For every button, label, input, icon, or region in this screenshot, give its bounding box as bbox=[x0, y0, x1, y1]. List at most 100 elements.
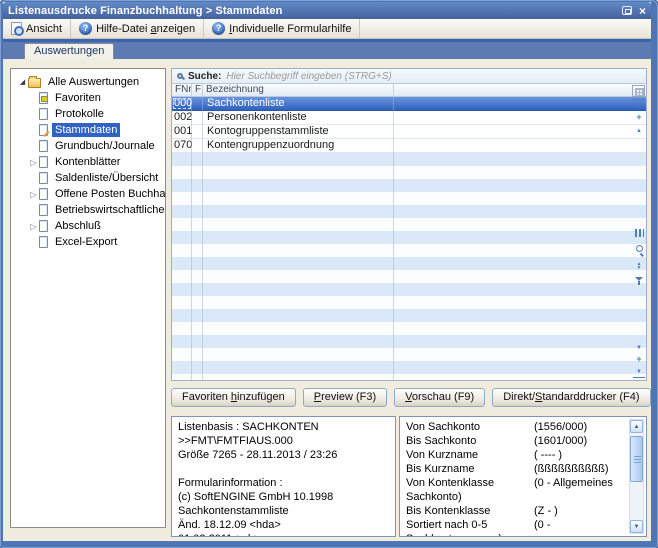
toolbar-button[interactable]: Hilfe-Datei anzeigen bbox=[71, 19, 204, 38]
cell-empty bbox=[394, 111, 646, 124]
action-button[interactable]: Direkt/Standarddrucker (F4) bbox=[492, 388, 650, 407]
tree-item[interactable]: Excel-Export bbox=[11, 234, 165, 250]
tree-node-icon bbox=[39, 188, 48, 200]
toolbar-button-icon bbox=[212, 22, 225, 35]
info-row: Sachkonto) bbox=[406, 490, 626, 504]
sort-icon[interactable]: ▲▼ bbox=[633, 262, 645, 273]
cell-fnr: 070 bbox=[172, 139, 192, 152]
info-row: Sachkontonummer) bbox=[406, 532, 626, 537]
tree-item[interactable]: Alle Auswertungen bbox=[11, 74, 165, 90]
cell-bezeichnung: Kontogruppenstammliste bbox=[203, 125, 394, 138]
step-down-icon[interactable]: ▼ bbox=[633, 343, 645, 354]
tree-node-icon bbox=[39, 236, 48, 248]
tree-item[interactable]: Stammdaten bbox=[11, 122, 165, 138]
info-line bbox=[178, 462, 389, 476]
tab-auswertungen[interactable]: Auswertungen bbox=[24, 43, 114, 59]
filter-icon[interactable] bbox=[633, 276, 645, 287]
table-row[interactable]: 002 Personenkontenliste bbox=[172, 111, 646, 125]
cell-fnr: 000 bbox=[172, 97, 192, 110]
info-row: Von Sachkonto (1556/000) bbox=[406, 420, 626, 434]
scroll-bottom-icon[interactable]: ▼ bbox=[633, 367, 645, 378]
scroll-up-icon[interactable]: ▲ bbox=[630, 420, 643, 433]
info-value: (0 - Allgemeines bbox=[534, 476, 626, 490]
table-row[interactable]: 070 Kontengruppenzuordnung bbox=[172, 139, 646, 153]
tree-node-icon bbox=[39, 156, 48, 168]
table-row[interactable]: 001 Kontogruppenstammliste bbox=[172, 125, 646, 139]
info-label: Von Kurzname bbox=[406, 448, 534, 462]
toolbar-button-icon bbox=[79, 22, 92, 35]
tree-item[interactable]: Protokolle bbox=[11, 106, 165, 122]
tree-item[interactable]: Abschluß bbox=[11, 218, 165, 234]
expander-icon[interactable] bbox=[28, 158, 39, 167]
columns-icon[interactable] bbox=[633, 229, 645, 237]
expander-icon[interactable] bbox=[28, 222, 39, 231]
column-header-f[interactable]: F bbox=[192, 84, 203, 96]
move-icon[interactable]: + bbox=[633, 355, 645, 366]
scroll-top-icon[interactable]: ▲ bbox=[633, 99, 645, 110]
info-label: Bis Kurzname bbox=[406, 462, 534, 476]
scroll-down-icon[interactable]: ▼ bbox=[630, 520, 643, 533]
cell-bezeichnung: Personenkontenliste bbox=[203, 111, 394, 124]
column-separator bbox=[202, 97, 203, 380]
toolbar-button[interactable]: Ansicht bbox=[3, 19, 71, 38]
tree-item-label: Favoriten bbox=[52, 91, 104, 105]
action-button[interactable]: Preview (F3) bbox=[303, 388, 387, 407]
column-separator bbox=[191, 97, 192, 380]
tree-item[interactable]: Saldenliste/Übersicht bbox=[11, 170, 165, 186]
search-icon[interactable] bbox=[633, 245, 645, 255]
column-chooser-icon[interactable] bbox=[632, 85, 645, 97]
cell-empty bbox=[394, 125, 646, 138]
tree-node-icon bbox=[39, 108, 48, 120]
table-row[interactable]: 000 Sachkontenliste bbox=[172, 97, 646, 111]
search-bar[interactable]: Suche: Hier Suchbegriff eingeben (STRG+S… bbox=[172, 69, 646, 84]
column-header-bezeichnung[interactable]: Bezeichnung bbox=[203, 84, 394, 96]
cell-bezeichnung: Sachkontenliste bbox=[203, 97, 394, 110]
empty-row-stripes bbox=[172, 153, 646, 380]
column-header-fnr[interactable]: FNr bbox=[172, 84, 192, 96]
tree-item[interactable]: Betriebswirtschaftliche Auswertungen bbox=[11, 202, 165, 218]
info-value: (Z - ) bbox=[534, 504, 626, 518]
window-title: Listenausdrucke Finanzbuchhaltung > Stam… bbox=[8, 5, 622, 17]
tree-item[interactable]: Offene Posten Buchhaltung bbox=[11, 186, 165, 202]
toolbar-button[interactable]: Individuelle Formularhilfe bbox=[204, 19, 360, 38]
tree-node-icon bbox=[39, 140, 48, 152]
scrollbar-thumb[interactable] bbox=[630, 436, 643, 482]
info-label: Bis Sachkonto bbox=[406, 434, 534, 448]
title-bar[interactable]: Listenausdrucke Finanzbuchhaltung > Stam… bbox=[3, 2, 651, 19]
selection-info-panel: Von Sachkonto (1556/000) Bis Sachkonto (… bbox=[399, 416, 647, 537]
report-grid: Suche: Hier Suchbegriff eingeben (STRG+S… bbox=[171, 68, 647, 381]
content-area: Alle Auswertungen Favoriten Protokolle S… bbox=[3, 59, 651, 541]
info-row: Bis Kontenklasse (Z - ) bbox=[406, 504, 626, 518]
tab-strip: Auswertungen bbox=[3, 42, 651, 59]
move-icon[interactable]: + bbox=[633, 113, 645, 124]
restore-icon[interactable] bbox=[622, 6, 632, 15]
tree-item[interactable]: Grundbuch/Journale bbox=[11, 138, 165, 154]
info-label: Von Sachkonto bbox=[406, 420, 534, 434]
toolbar-button-label: Ansicht bbox=[26, 23, 62, 35]
cell-bezeichnung: Kontengruppenzuordnung bbox=[203, 139, 394, 152]
info-value: (ßßßßßßßßßß) bbox=[534, 462, 626, 476]
info-label: Sachkonto) bbox=[406, 490, 534, 504]
tree-item-label: Protokolle bbox=[52, 107, 107, 121]
cell-fnr: 002 bbox=[172, 111, 192, 124]
tree-node-icon bbox=[39, 220, 48, 232]
step-up-icon[interactable]: ▲ bbox=[633, 126, 645, 137]
toolbar: Ansicht Hilfe-Datei anzeigen Individuell… bbox=[3, 19, 651, 39]
action-button[interactable]: Vorschau (F9) bbox=[394, 388, 485, 407]
expander-icon[interactable] bbox=[28, 190, 39, 199]
tree-item-label: Grundbuch/Journale bbox=[52, 139, 158, 153]
expander-icon[interactable] bbox=[17, 78, 28, 86]
info-row: Bis Kurzname (ßßßßßßßßßß) bbox=[406, 462, 626, 476]
window-inner: Listenausdrucke Finanzbuchhaltung > Stam… bbox=[3, 2, 651, 541]
close-icon[interactable]: × bbox=[639, 6, 646, 16]
tree-node-icon bbox=[39, 172, 48, 184]
search-input[interactable]: Hier Suchbegriff eingeben (STRG+S) bbox=[226, 71, 391, 82]
tree-item-label: Stammdaten bbox=[52, 123, 120, 137]
titlebar-controls: × bbox=[622, 6, 646, 16]
scrollbar[interactable]: ▲ ▼ bbox=[629, 419, 644, 534]
tree-item[interactable]: Favoriten bbox=[11, 90, 165, 106]
tree-item[interactable]: Kontenblätter bbox=[11, 154, 165, 170]
tree-item-label: Alle Auswertungen bbox=[45, 75, 142, 89]
tree-node-icon bbox=[39, 204, 48, 216]
action-button[interactable]: Favoriten hinzufügen bbox=[171, 388, 296, 407]
